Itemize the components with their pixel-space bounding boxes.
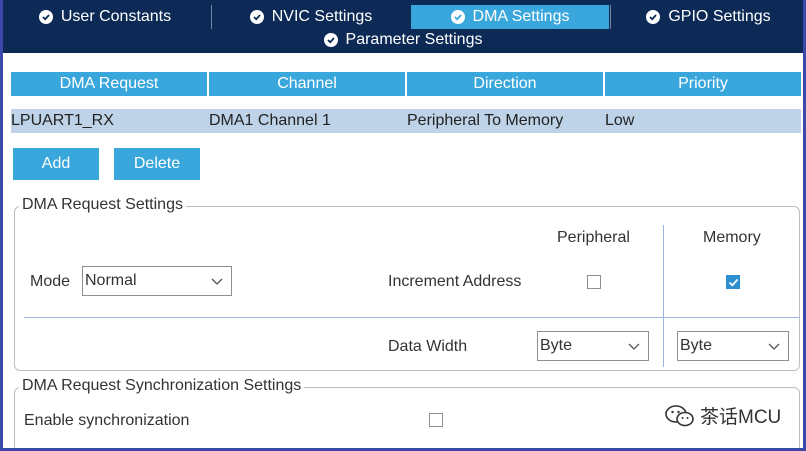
tab-label: DMA Settings bbox=[472, 8, 570, 25]
tab-label: NVIC Settings bbox=[271, 8, 373, 25]
memory-increment-checkbox[interactable] bbox=[726, 275, 740, 289]
increment-address-label: Increment Address bbox=[388, 273, 522, 290]
group-title: DMA Request Settings bbox=[19, 196, 186, 214]
check-circle-icon bbox=[249, 10, 264, 24]
column-header-channel[interactable]: Channel bbox=[209, 72, 405, 96]
column-header-direction[interactable]: Direction bbox=[407, 72, 603, 96]
wechat-logo-icon bbox=[665, 404, 694, 426]
tab-user-constants[interactable]: User Constants bbox=[0, 5, 210, 29]
tab-label: Parameter Settings bbox=[345, 31, 483, 48]
check-circle-icon bbox=[646, 10, 661, 24]
check-circle-icon bbox=[450, 10, 465, 24]
tab-label: GPIO Settings bbox=[668, 8, 771, 25]
cell-dma-request: LPUART1_RX bbox=[11, 112, 114, 129]
column-divider bbox=[663, 225, 664, 367]
group-title: DMA Request Synchronization Settings bbox=[19, 377, 305, 395]
tab-nvic-settings[interactable]: NVIC Settings bbox=[211, 5, 410, 29]
mode-value: Normal bbox=[85, 272, 137, 289]
watermark: 茶话MCU bbox=[664, 402, 781, 429]
mode-label: Mode bbox=[30, 273, 71, 290]
peripheral-data-width-value: Byte bbox=[540, 337, 573, 354]
chevron-down-icon bbox=[211, 278, 223, 285]
add-button[interactable]: Add bbox=[13, 148, 99, 180]
mode-select[interactable]: Normal bbox=[82, 266, 232, 296]
enable-sync-label: Enable synchronization bbox=[24, 412, 190, 429]
cell-channel: DMA1 Channel 1 bbox=[209, 112, 331, 129]
memory-header: Memory bbox=[703, 229, 761, 246]
chevron-down-icon bbox=[768, 343, 780, 350]
tab-parameter-settings[interactable]: Parameter Settings bbox=[0, 29, 806, 51]
delete-button[interactable]: Delete bbox=[114, 148, 200, 180]
enable-sync-checkbox[interactable] bbox=[429, 413, 443, 427]
peripheral-data-width-select[interactable]: Byte bbox=[537, 331, 649, 361]
dma-table-header: DMA Request Channel Direction Priority bbox=[11, 72, 801, 96]
check-circle-icon bbox=[38, 10, 53, 24]
column-header-priority[interactable]: Priority bbox=[605, 72, 801, 96]
row-divider bbox=[24, 317, 800, 318]
check-circle-icon bbox=[323, 33, 338, 47]
peripheral-increment-checkbox[interactable] bbox=[587, 275, 601, 289]
cell-priority: Low bbox=[605, 112, 635, 129]
peripheral-header: Peripheral bbox=[557, 229, 630, 246]
tab-label: User Constants bbox=[60, 8, 172, 25]
cell-direction: Peripheral To Memory bbox=[407, 112, 564, 129]
table-row[interactable]: LPUART1_RX DMA1 Channel 1 Peripheral To … bbox=[11, 109, 801, 133]
memory-data-width-select[interactable]: Byte bbox=[677, 331, 789, 361]
column-header-dma-request[interactable]: DMA Request bbox=[11, 72, 207, 96]
data-width-label: Data Width bbox=[388, 338, 468, 355]
tab-bar: User Constants NVIC Settings DMA Setting… bbox=[0, 0, 806, 53]
check-icon bbox=[728, 278, 739, 287]
memory-data-width-value: Byte bbox=[680, 337, 713, 354]
chevron-down-icon bbox=[628, 343, 640, 350]
tab-dma-settings[interactable]: DMA Settings bbox=[411, 5, 609, 29]
tab-gpio-settings[interactable]: GPIO Settings bbox=[610, 5, 806, 29]
watermark-text: 茶话MCU bbox=[700, 407, 782, 428]
